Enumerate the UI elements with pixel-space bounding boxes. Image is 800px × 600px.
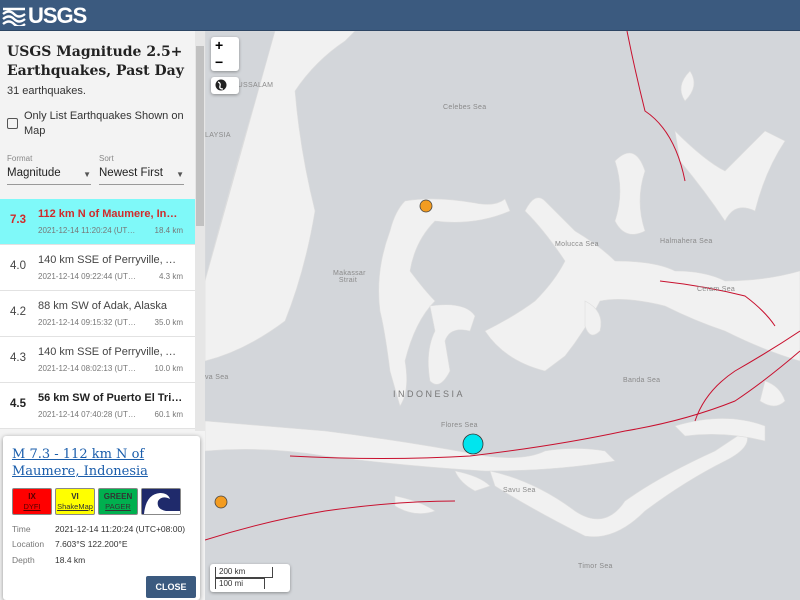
pager-badge[interactable]: GREEN PAGER xyxy=(98,488,138,515)
earthquake-list: 7.3112 km N of Maumere, Indonesia2021-12… xyxy=(0,199,195,429)
map-label: Timor Sea xyxy=(578,563,613,570)
earthquake-list-item[interactable]: 4.3 140 km SSE of Perryville, Alaska 2021-… xyxy=(0,337,195,383)
zoom-in-button[interactable]: + xyxy=(215,37,223,53)
map-label: Celebes Sea xyxy=(443,104,487,111)
map-label: INDONESIA xyxy=(393,389,466,399)
scale-mi: 100 mi xyxy=(215,578,265,589)
earthquake-marker[interactable] xyxy=(419,199,433,213)
layers-button[interactable] xyxy=(211,77,239,94)
page-title: USGS Magnitude 2.5+ Earthquakes, Past Da… xyxy=(7,44,184,79)
location-row: Location 7.603°S 122.200°E xyxy=(12,539,128,549)
globe-icon xyxy=(215,79,227,91)
selected-earthquake-marker[interactable] xyxy=(462,433,484,455)
shakemap-badge[interactable]: VI ShakeMap xyxy=(55,488,95,515)
dyfi-badge[interactable]: IX DYFI xyxy=(12,488,52,515)
map-label: Halmahera Sea xyxy=(660,238,713,245)
map-label: Ceram Sea xyxy=(697,286,736,293)
tsunami-icon[interactable] xyxy=(141,488,181,515)
map-label: Banda Sea xyxy=(623,377,661,384)
earthquake-marker[interactable] xyxy=(214,495,228,509)
map-label: Molucca Sea xyxy=(555,241,599,248)
earthquake-list-item[interactable]: 4.556 km SW of Puerto El Triunfo, El Sal… xyxy=(0,383,195,429)
sort-label: Sort xyxy=(99,154,114,163)
format-label: Format xyxy=(7,154,33,163)
map-label: Makassar Strait xyxy=(333,270,366,284)
earthquake-count: 31 earthquakes. xyxy=(7,85,86,97)
map-label: va Sea xyxy=(205,374,229,381)
map-label: LAYSIA xyxy=(205,132,231,139)
usgs-logo[interactable]: USGS xyxy=(2,3,87,29)
earthquake-list-item[interactable]: 4.2 88 km SW of Adak, Alaska 2021-12-14 09… xyxy=(0,291,195,337)
earthquake-title-link[interactable]: M 7.3 - 112 km N of Maumere, Indonesia xyxy=(12,446,192,480)
earthquake-list-item[interactable]: 7.3112 km N of Maumere, Indonesia2021-12… xyxy=(0,199,195,245)
dropdown-arrow-icon: ▼ xyxy=(83,170,91,179)
time-row: Time 2021-12-14 11:20:24 (UTC+08:00) xyxy=(12,524,186,534)
format-select[interactable]: Magnitude ▼ xyxy=(7,167,91,185)
map-layer xyxy=(205,31,800,541)
zoom-out-button[interactable]: − xyxy=(215,54,223,70)
map-label: Savu Sea xyxy=(503,487,536,494)
map-label: Flores Sea xyxy=(441,422,478,429)
checkbox-box[interactable] xyxy=(7,118,18,129)
header: USGS xyxy=(0,0,800,31)
only-list-checkbox[interactable]: Only List Earthquakes Shown on Map xyxy=(7,109,194,139)
zoom-control: + − xyxy=(211,37,239,71)
scrollbar-thumb[interactable] xyxy=(196,46,204,226)
depth-row: Depth 18.4 km xyxy=(12,555,86,565)
map[interactable]: DARUSSALAM LAYSIA Celebes Sea Makassar S… xyxy=(205,31,800,600)
earthquake-popup: M 7.3 - 112 km N of Maumere, Indonesia I… xyxy=(3,436,200,600)
dropdown-arrow-icon: ▼ xyxy=(176,170,184,179)
earthquake-list-item[interactable]: 4.0 140 km SSE of Perryville, Alaska 2021-… xyxy=(0,245,195,291)
scale-km: 200 km xyxy=(215,567,273,578)
sort-select[interactable]: Newest First ▼ xyxy=(99,167,184,185)
scale-bar: 200 km 100 mi xyxy=(210,564,290,592)
usgs-wave-icon xyxy=(2,7,26,26)
close-button[interactable]: CLOSE xyxy=(146,576,196,598)
